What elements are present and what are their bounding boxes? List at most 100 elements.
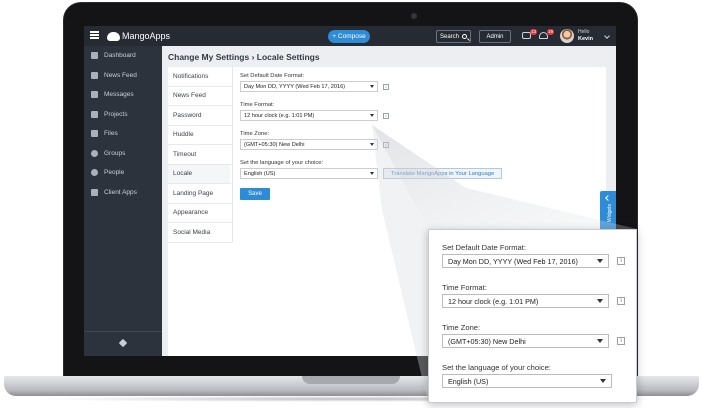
- translate-button[interactable]: Translate MangoApps in Your Language: [383, 168, 503, 179]
- callout-language-label: Set the language of your choice:: [442, 363, 551, 372]
- sidebar-item-label: Projects: [104, 110, 128, 118]
- sidebar-item-label: Messages: [104, 91, 134, 99]
- sidebar-item-people[interactable]: People: [84, 163, 162, 183]
- info-icon[interactable]: i: [617, 337, 625, 345]
- sidebar-item-label: Files: [104, 130, 118, 138]
- envelope-icon: [91, 91, 98, 99]
- zoom-callout: Set Default Date Format: Day Mon DD, YYY…: [428, 229, 637, 403]
- tab-social-media[interactable]: Social Media: [168, 223, 232, 243]
- callout-time-zone-label: Time Zone:: [442, 323, 481, 332]
- time-format-select[interactable]: 12 hour clock (e.g. 1:01 PM): [240, 110, 378, 121]
- groups-icon: [91, 149, 98, 157]
- mango-logo-icon: [107, 31, 120, 41]
- callout-time-format-label: Time Format:: [442, 283, 487, 292]
- time-zone-label: Time Zone:: [240, 131, 270, 137]
- messages-badge: 13: [529, 29, 537, 35]
- locale-form: Set Default Date Format: Day Mon DD, YYY…: [240, 72, 510, 200]
- caret-down-icon: [597, 299, 604, 303]
- callout-time-zone-value: (GMT+05:30) New Delhi: [448, 336, 526, 346]
- language-select[interactable]: English (US): [240, 168, 378, 179]
- tab-password[interactable]: Password: [168, 106, 232, 126]
- search-icon: [462, 34, 467, 39]
- time-format-label: Time Format:: [240, 102, 275, 108]
- callout-time-zone-select[interactable]: (GMT+05:30) New Delhi: [442, 334, 610, 348]
- date-format-value: Day Mon DD, YYYY (Wed Feb 17, 2016): [244, 83, 346, 90]
- time-format-value: 12 hour clock (e.g. 1:01 PM): [244, 112, 315, 119]
- info-icon[interactable]: i: [383, 112, 389, 119]
- hamburger-menu-icon[interactable]: [90, 31, 99, 39]
- callout-language-value: English (US): [448, 376, 489, 386]
- alerts-badge: 19: [546, 29, 554, 35]
- admin-label: Admin: [486, 33, 504, 40]
- save-button[interactable]: Save: [240, 188, 270, 200]
- callout-time-format-value: 12 hour clock (e.g. 1:01 PM): [448, 296, 539, 306]
- sidebar-item-files[interactable]: Files: [84, 124, 162, 144]
- pencil-icon[interactable]: [118, 338, 128, 348]
- info-icon[interactable]: i: [617, 297, 625, 305]
- user-name: Kevin: [578, 36, 593, 42]
- language-label: Set the language of your choice:: [240, 160, 324, 166]
- widgets-label: Widgets: [607, 203, 613, 222]
- sidebar-item-messages[interactable]: Messages: [84, 85, 162, 105]
- caret-down-icon: [370, 172, 374, 175]
- search-button[interactable]: Search: [436, 30, 471, 43]
- caret-down-icon: [370, 85, 374, 88]
- download-icon: [91, 188, 98, 196]
- sidebar-item-dashboard[interactable]: Dashboard: [84, 46, 162, 66]
- sidebar-item-client-apps[interactable]: Client Apps: [84, 183, 162, 203]
- callout-language-select[interactable]: English (US): [442, 374, 612, 388]
- person-icon: [91, 169, 98, 177]
- files-icon: [91, 130, 98, 138]
- tab-notifications[interactable]: Notifications: [168, 67, 232, 87]
- compose-button[interactable]: + Compose: [328, 30, 370, 43]
- callout-date-format-value: Day Mon DD, YYYY (Wed Feb 17, 2016): [448, 256, 578, 266]
- user-menu[interactable]: Hello Kevin: [578, 29, 593, 43]
- page-title: Change My Settings › Locale Settings: [168, 52, 320, 62]
- chevron-down-icon[interactable]: [604, 33, 610, 39]
- settings-nav: Notifications News Feed Password Huddle …: [168, 67, 233, 243]
- callout-time-format-select[interactable]: 12 hour clock (e.g. 1:01 PM): [442, 294, 610, 308]
- avatar[interactable]: [560, 29, 574, 43]
- sidebar: Dashboard News Feed Messages Projects Fi…: [84, 46, 162, 356]
- tab-locale[interactable]: Locale: [168, 164, 232, 184]
- time-zone-select[interactable]: (GMT+05:30) New Delhi: [240, 139, 378, 150]
- date-format-label: Set Default Date Format:: [240, 73, 305, 79]
- info-icon[interactable]: i: [383, 141, 389, 148]
- tab-landing-page[interactable]: Landing Page: [168, 184, 232, 204]
- tab-huddle[interactable]: Huddle: [168, 126, 232, 145]
- sidebar-item-news-feed[interactable]: News Feed: [84, 66, 162, 86]
- caret-down-icon: [597, 259, 604, 263]
- messages-notification[interactable]: 13: [522, 29, 537, 41]
- sidebar-item-label: Client Apps: [104, 188, 137, 196]
- caret-down-icon: [600, 379, 606, 383]
- sidebar-item-projects[interactable]: Projects: [84, 105, 162, 125]
- compose-label: Compose: [337, 33, 366, 40]
- admin-button[interactable]: Admin: [479, 30, 511, 43]
- widgets-tab[interactable]: Widgets: [600, 191, 616, 230]
- camera-icon: [411, 13, 417, 19]
- caret-down-icon: [370, 114, 374, 117]
- callout-date-format-select[interactable]: Day Mon DD, YYYY (Wed Feb 17, 2016): [442, 254, 610, 268]
- caret-down-icon: [597, 339, 604, 343]
- date-format-select[interactable]: Day Mon DD, YYYY (Wed Feb 17, 2016): [240, 81, 378, 92]
- news-icon: [91, 71, 98, 79]
- search-label: Search: [439, 33, 459, 40]
- callout-date-format-label: Set Default Date Format:: [442, 243, 526, 252]
- tab-appearance[interactable]: Appearance: [168, 204, 232, 223]
- sidebar-footer: [84, 331, 162, 356]
- info-icon[interactable]: i: [383, 83, 389, 90]
- tab-news-feed[interactable]: News Feed: [168, 87, 232, 106]
- caret-down-icon: [370, 143, 374, 146]
- tab-timeout[interactable]: Timeout: [168, 145, 232, 165]
- alerts-notification[interactable]: 19: [539, 29, 554, 41]
- language-value: English (US): [244, 170, 276, 177]
- sidebar-item-label: Dashboard: [104, 52, 136, 60]
- sidebar-item-label: Groups: [104, 149, 126, 157]
- brand-logo[interactable]: MangoApps: [107, 30, 170, 42]
- info-icon[interactable]: i: [617, 257, 625, 265]
- sidebar-item-label: People: [104, 169, 125, 177]
- top-bar: MangoApps + Compose Search Admin 13 19 H…: [84, 26, 616, 46]
- sidebar-item-groups[interactable]: Groups: [84, 144, 162, 164]
- time-zone-value: (GMT+05:30) New Delhi: [244, 141, 305, 148]
- laptop-notch: [302, 376, 400, 384]
